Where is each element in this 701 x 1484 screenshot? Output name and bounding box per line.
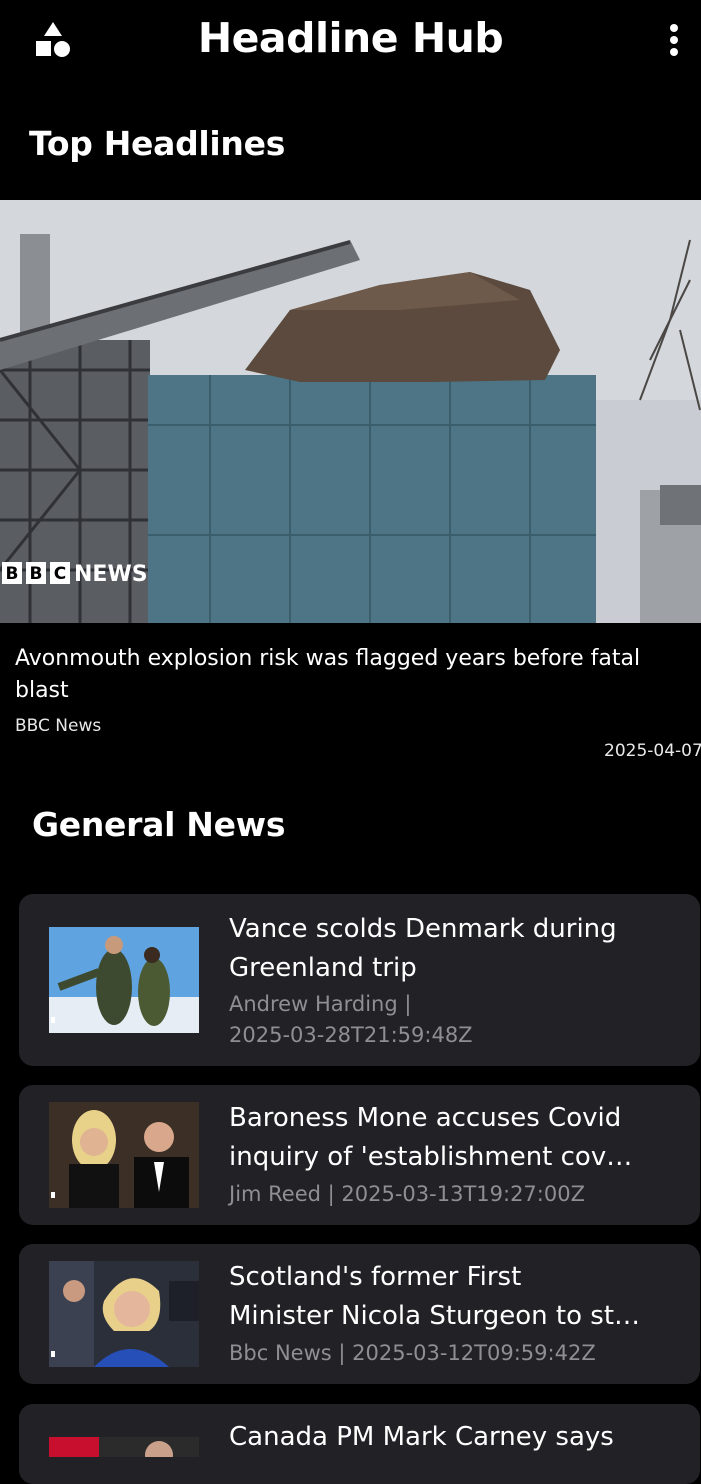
svg-text:B: B [30, 564, 43, 584]
article-title: Baroness Mone accuses Covid inquiry of '… [229, 1103, 633, 1172]
featured-article-source: BBC News [15, 716, 102, 736]
featured-article-title[interactable]: Avonmouth explosion risk was flagged yea… [15, 643, 695, 707]
featured-article-date: 2025-04-07 [604, 741, 701, 761]
article-title: Canada PM Mark Carney says [229, 1422, 614, 1452]
news-card[interactable]: Scotland's former First Minister Nicola … [19, 1244, 700, 1384]
article-thumbnail [49, 1437, 199, 1457]
article-thumbnail [49, 1261, 199, 1367]
news-card[interactable]: Vance scolds Denmark during Greenland tr… [19, 894, 700, 1066]
article-title: Vance scolds Denmark during Greenland tr… [229, 914, 617, 983]
top-headlines-title: Top Headlines [29, 124, 286, 163]
article-meta: Andrew Harding | 2025-03-28T21:59:48Z [229, 992, 473, 1047]
article-title: Scotland's former First Minister Nicola … [229, 1262, 641, 1331]
featured-article-image[interactable]: B B C NEWS [0, 200, 701, 623]
app-bar: Headline Hub [0, 0, 701, 84]
news-card[interactable]: Canada PM Mark Carney says [19, 1404, 700, 1484]
news-card[interactable]: Baroness Mone accuses Covid inquiry of '… [19, 1085, 700, 1225]
article-meta: Jim Reed | 2025-03-13T19:27:00Z [229, 1182, 585, 1206]
article-meta: Bbc News | 2025-03-12T09:59:42Z [229, 1341, 596, 1365]
svg-text:C: C [54, 564, 66, 584]
article-thumbnail [49, 1102, 199, 1208]
app-title: Headline Hub [197, 14, 504, 62]
article-thumbnail [49, 927, 199, 1033]
general-news-title: General News [32, 805, 286, 844]
more-vertical-icon[interactable] [664, 22, 684, 58]
svg-text:B: B [6, 564, 19, 584]
svg-text:NEWS: NEWS [74, 562, 148, 587]
